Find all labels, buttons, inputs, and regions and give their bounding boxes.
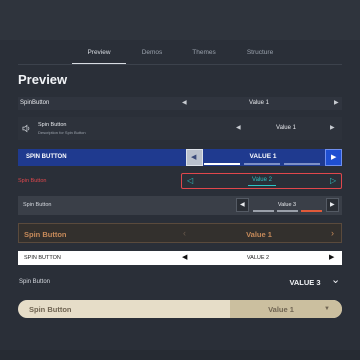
dropdown-arrow-icon[interactable]: ▼ xyxy=(324,306,330,312)
prev-arrow-icon: ◀ xyxy=(191,154,197,161)
spin-button-label: SPIN BUTTON xyxy=(26,154,67,160)
prev-arrow-icon[interactable]: ◀ xyxy=(182,100,187,106)
position-segment-1 xyxy=(204,163,240,165)
spin-button-row-3: SPIN BUTTON ◀ VALUE 1 ▶ xyxy=(18,149,342,166)
position-segment-2 xyxy=(244,163,280,165)
spin-button-description: Description for Spin Button xyxy=(38,130,86,135)
spin-button-label: Spin Button xyxy=(24,230,67,239)
spin-button-value: Value 1 xyxy=(249,100,269,106)
prev-arrow-icon[interactable]: ‹ xyxy=(183,229,186,238)
spin-button-value: VALUE 3 xyxy=(289,278,321,287)
spin-button-value: Value 1 xyxy=(246,230,272,239)
prev-arrow-icon[interactable]: ◀ xyxy=(236,125,241,131)
next-arrow-icon[interactable]: ▷ xyxy=(330,177,336,185)
spin-button-value: Value 3 xyxy=(277,202,297,208)
spin-button-row-2: Spin Button Description for Spin Button … xyxy=(18,117,342,140)
tab-themes[interactable]: Themes xyxy=(178,49,230,56)
spin-button-row-9: Spin Button Value 1 ▼ xyxy=(18,300,342,318)
tab-structure[interactable]: Structure xyxy=(230,49,290,56)
position-segment-3 xyxy=(284,163,320,165)
spin-button-value: VALUE 2 xyxy=(246,255,270,261)
tab-demos[interactable]: Demos xyxy=(126,49,178,56)
spin-button-label: Spin Button xyxy=(38,122,67,128)
next-arrow-icon: ▶ xyxy=(330,202,335,208)
prev-arrow-icon[interactable]: ◁ xyxy=(187,177,193,185)
page-title: Preview xyxy=(18,72,68,87)
spin-button-value: Value 2 xyxy=(252,177,272,183)
spin-button-label: Spin Button xyxy=(23,202,52,208)
prev-arrow-icon[interactable]: ◀ xyxy=(182,254,187,261)
tab-preview[interactable]: Preview xyxy=(72,49,126,56)
spin-button-label: SpinButton xyxy=(20,100,50,106)
next-arrow-icon[interactable]: ▶ xyxy=(330,125,335,131)
next-arrow-icon[interactable]: ▶ xyxy=(329,254,334,261)
spin-button-label: Spin Button xyxy=(19,279,51,285)
bottom-band xyxy=(0,350,360,360)
prev-arrow-icon: ◀ xyxy=(240,202,245,208)
spin-button-control: ◁ Value 2 ▷ xyxy=(181,173,342,189)
next-arrow-icon: ▶ xyxy=(331,154,337,161)
spin-button-value: VALUE 1 xyxy=(249,153,277,160)
tabs-divider xyxy=(18,64,342,65)
spin-button-value: Value 1 xyxy=(268,305,294,314)
position-segment-2 xyxy=(277,210,298,212)
spin-button-row-5: Spin Button ◀ Value 3 ▶ xyxy=(18,196,342,215)
prev-button[interactable]: ◀ xyxy=(186,149,203,166)
next-arrow-icon[interactable]: › xyxy=(331,229,334,238)
next-arrow-icon[interactable]: ▶ xyxy=(334,100,339,106)
spin-button-row-1: SpinButton ◀ Value 1 ▶ xyxy=(18,97,342,110)
position-segment-3 xyxy=(301,210,322,212)
top-bar xyxy=(0,0,360,40)
spin-button-row-7: SPIN BUTTON ◀ VALUE 2 ▶ xyxy=(18,251,342,265)
position-segment-1 xyxy=(253,210,274,212)
value-underline xyxy=(248,185,276,186)
spin-button-row-4: Spin Button ◁ Value 2 ▷ xyxy=(18,173,342,189)
speaker-icon xyxy=(22,124,30,133)
next-button[interactable]: ▶ xyxy=(325,149,342,166)
tab-bar: Preview Demos Themes Structure xyxy=(0,44,360,66)
spin-button-label: SPIN BUTTON xyxy=(24,255,61,261)
chevron-down-icon[interactable]: ⌄ xyxy=(331,275,340,286)
spin-button-row-6: Spin Button ‹ Value 1 › xyxy=(18,223,342,243)
spin-button-label: Spin Button xyxy=(18,178,47,184)
spin-button-label: Spin Button xyxy=(29,305,72,314)
spin-button-row-8: Spin Button VALUE 3 ⌄ xyxy=(18,275,342,290)
prev-button[interactable]: ◀ xyxy=(236,198,249,212)
next-button[interactable]: ▶ xyxy=(326,198,339,212)
spin-button-value: Value 1 xyxy=(276,125,296,131)
